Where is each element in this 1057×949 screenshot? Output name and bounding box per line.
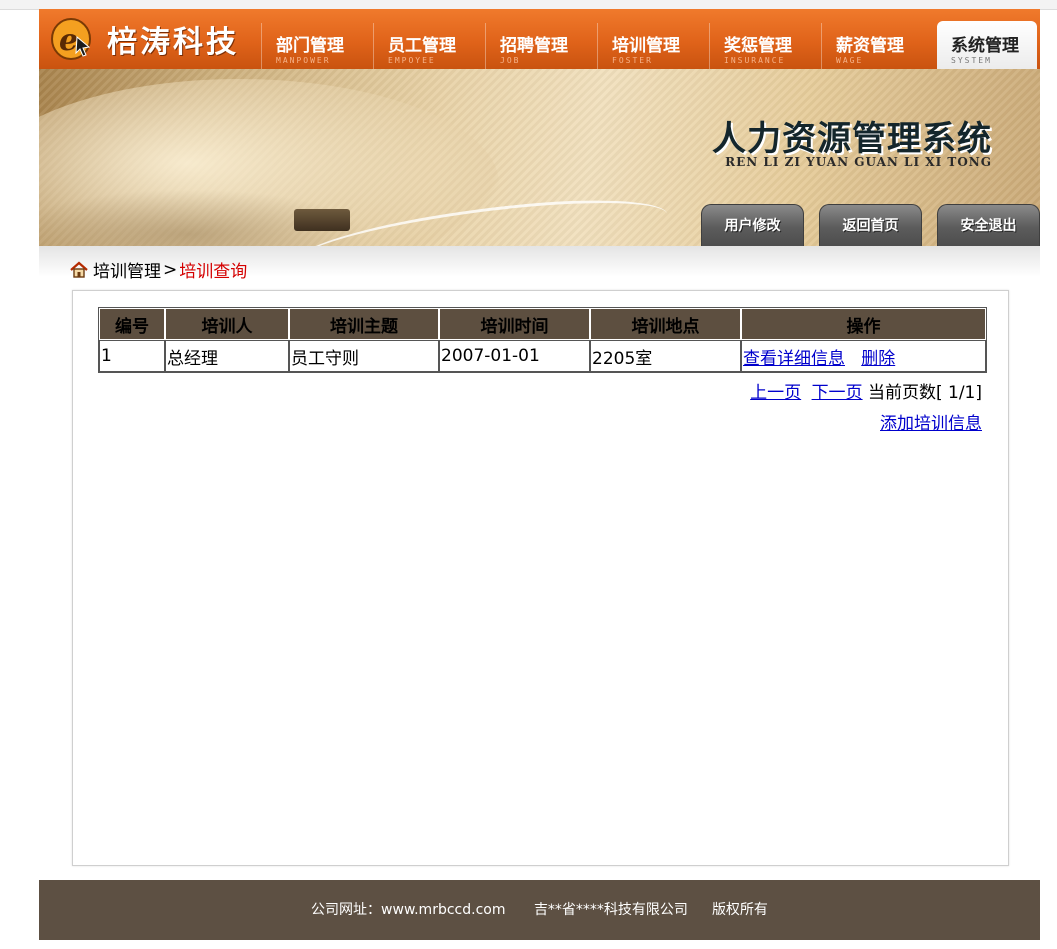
column-header-place: 培训地点 <box>590 308 741 340</box>
system-title-pinyin: REN LI ZI YUAN GUAN LI XI TONG <box>725 155 992 169</box>
footer-company: 吉**省****科技有限公司 <box>533 902 688 918</box>
nav-sublabel: EMPOYEE <box>388 56 436 65</box>
nav-item-department[interactable]: 部门管理 MANPOWER <box>261 23 373 69</box>
add-training-link[interactable]: 添加培训信息 <box>880 414 982 434</box>
banner: 人力资源管理系统 REN LI ZI YUAN GUAN LI XI TONG … <box>39 69 1040 246</box>
nav-label: 培训管理 <box>612 36 680 56</box>
logout-button[interactable]: 安全退出 <box>937 204 1040 246</box>
table-header-row: 编号 培训人 培训主题 培训时间 培训地点 操作 <box>99 308 986 340</box>
main-nav: 部门管理 MANPOWER 员工管理 EMPOYEE 招聘管理 JOB 培训管理… <box>261 21 1037 71</box>
home-icon <box>69 260 89 280</box>
nav-item-training[interactable]: 培训管理 FOSTER <box>597 23 709 69</box>
column-header-topic: 培训主题 <box>289 308 439 340</box>
breadcrumb-parent: 培训管理 <box>93 262 161 282</box>
nav-label: 奖惩管理 <box>724 36 792 56</box>
nav-label: 员工管理 <box>388 36 456 56</box>
footer-rights: 版权所有 <box>711 902 768 918</box>
home-button[interactable]: 返回首页 <box>819 204 922 246</box>
nav-item-salary[interactable]: 薪资管理 WAGE <box>821 23 933 69</box>
delete-link[interactable]: 删除 <box>861 349 895 369</box>
table-row: 1 总经理 员工守则 2007-01-01 2205室 查看详细信息 删除 <box>99 340 986 372</box>
banner-buttons: 用户修改 返回首页 安全退出 <box>686 204 1040 246</box>
cell-topic: 员工守则 <box>289 340 439 372</box>
nav-label: 部门管理 <box>276 36 344 56</box>
cell-place: 2205室 <box>590 340 741 372</box>
nav-label: 薪资管理 <box>836 36 904 56</box>
nav-label: 招聘管理 <box>500 36 568 56</box>
column-header-actions: 操作 <box>741 308 986 340</box>
nav-item-rewards[interactable]: 奖惩管理 INSURANCE <box>709 23 821 69</box>
column-header-time: 培训时间 <box>439 308 590 340</box>
view-detail-link[interactable]: 查看详细信息 <box>743 349 845 369</box>
footer: 公司网址：www.mrbccd.com 吉**省****科技有限公司 版权所有 <box>39 880 1040 940</box>
next-page-link[interactable]: 下一页 <box>812 383 863 403</box>
nav-sublabel: JOB <box>500 56 521 65</box>
nav-item-employee[interactable]: 员工管理 EMPOYEE <box>373 23 485 69</box>
page-frame: e 棓涛科技 部门管理 MANPOWER 员工管理 EMPOYEE 招聘管理 J… <box>39 9 1040 866</box>
logo: e 棓涛科技 <box>49 12 239 66</box>
nav-sublabel: SYSTEM <box>951 56 992 65</box>
nav-sublabel: WAGE <box>836 56 864 65</box>
column-header-id: 编号 <box>99 308 165 340</box>
add-training-container: 添加培训信息 <box>880 409 982 434</box>
svg-text:e: e <box>59 23 78 58</box>
cell-id: 1 <box>99 340 165 372</box>
nav-sublabel: INSURANCE <box>724 56 786 65</box>
nav-item-system[interactable]: 系统管理 SYSTEM <box>937 21 1037 69</box>
page-indicator: 当前页数[ 1/1] <box>867 383 982 403</box>
content-panel: 编号 培训人 培训主题 培训时间 培训地点 操作 1 总经理 员工守则 2007… <box>72 290 1009 866</box>
footer-site: 公司网址：www.mrbccd.com <box>311 902 506 918</box>
edit-user-button[interactable]: 用户修改 <box>701 204 804 246</box>
cell-actions: 查看详细信息 删除 <box>741 340 986 372</box>
nav-sublabel: FOSTER <box>612 56 653 65</box>
breadcrumb-current: 培训查询 <box>179 262 248 282</box>
nav-label: 系统管理 <box>951 36 1019 56</box>
cell-time: 2007-01-01 <box>439 340 590 372</box>
training-table: 编号 培训人 培训主题 培训时间 培训地点 操作 1 总经理 员工守则 2007… <box>98 307 987 373</box>
nav-sublabel: MANPOWER <box>276 56 331 65</box>
header-bar: e 棓涛科技 部门管理 MANPOWER 员工管理 EMPOYEE 招聘管理 J… <box>39 9 1040 69</box>
logo-e-icon: e <box>49 17 93 61</box>
prev-page-link[interactable]: 上一页 <box>750 383 801 403</box>
column-header-trainer: 培训人 <box>165 308 289 340</box>
nav-item-recruit[interactable]: 招聘管理 JOB <box>485 23 597 69</box>
breadcrumb-separator: > <box>163 259 178 280</box>
pagination: 上一页 下一页 当前页数[ 1/1] <box>745 378 982 403</box>
banner-plug-image <box>294 209 350 231</box>
logo-text: 棓涛科技 <box>107 25 239 60</box>
system-title: 人力资源管理系统 <box>712 119 992 159</box>
cell-trainer: 总经理 <box>165 340 289 372</box>
breadcrumb: 培训管理 > 培训查询 <box>69 257 247 282</box>
breadcrumb-bar: 培训管理 > 培训查询 <box>39 246 1040 290</box>
